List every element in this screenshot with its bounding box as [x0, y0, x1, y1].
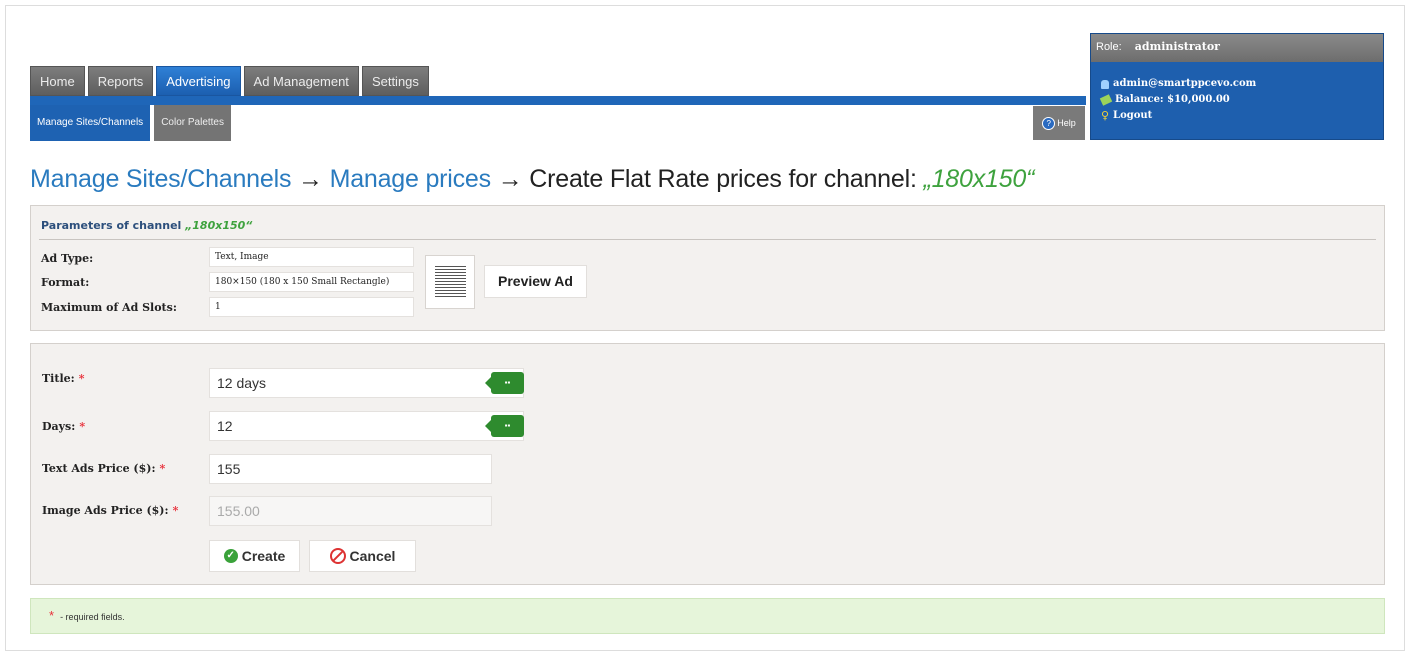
breadcrumb-current: Create Flat Rate prices for channel:	[529, 165, 917, 193]
ad-type-value: Text, Image	[209, 247, 414, 267]
create-button-label: Create	[241, 548, 286, 564]
title-label-text: Title:	[42, 372, 75, 385]
breadcrumb-arrow: →	[497, 165, 523, 193]
money-icon	[1099, 94, 1113, 106]
tab-settings[interactable]: Settings	[361, 66, 429, 96]
text-ads-price-input[interactable]: 155	[209, 454, 492, 484]
logout-row[interactable]: ♀ Logout	[1101, 108, 1383, 124]
days-input[interactable]: 12	[209, 411, 524, 441]
page-title: Manage Sites/Channels → Manage prices → …	[30, 165, 1034, 194]
sub-nav: Manage Sites/Channels Color Palettes	[30, 105, 235, 141]
ad-format-thumbnail	[425, 255, 475, 309]
text-ads-price-label: Text Ads Price ($): *	[42, 462, 165, 475]
tab-home[interactable]: Home	[30, 66, 85, 96]
required-mark: *	[172, 504, 179, 517]
divider	[39, 239, 1376, 240]
user-icon	[1101, 79, 1109, 89]
title-label: Title: *	[42, 372, 84, 385]
account-panel: Role: administrator admin@smartppcevo.co…	[1090, 33, 1384, 140]
text-ads-price-label-text: Text Ads Price ($):	[42, 462, 156, 475]
subtab-manage-sites-channels[interactable]: Manage Sites/Channels	[30, 105, 151, 141]
parameters-title-text: Parameters of channel	[41, 219, 182, 232]
required-note-text: - required fields.	[60, 612, 125, 622]
max-ad-slots-label: Maximum of Ad Slots:	[41, 301, 177, 314]
create-button[interactable]: ✓ Create	[209, 540, 300, 572]
account-balance-row: Balance: $10,000.00	[1099, 92, 1383, 108]
preview-ad-button[interactable]: Preview Ad	[484, 265, 587, 298]
char-counter-badge: ▪▪	[485, 372, 524, 394]
char-counter-badge: ▪▪	[485, 415, 524, 437]
max-ad-slots-value: 1	[209, 297, 414, 317]
price-form-panel: Title: * 12 days ▪▪ Days: * 12 ▪▪ Text Ads…	[30, 343, 1385, 585]
nav-bar-strip	[30, 96, 1086, 105]
breadcrumb-manage-prices[interactable]: Manage prices	[330, 165, 492, 193]
account-email[interactable]: admin@smartppcevo.com	[1113, 76, 1256, 92]
breadcrumb-arrow: →	[298, 165, 323, 193]
required-mark: *	[159, 462, 166, 475]
required-mark: *	[78, 372, 85, 385]
text-lines-icon	[435, 266, 466, 297]
cancel-button[interactable]: Cancel	[309, 540, 416, 572]
parameters-channel-name: „180x150“	[185, 219, 253, 232]
cancel-button-label: Cancel	[349, 548, 396, 564]
image-ads-price-label-text: Image Ads Price ($):	[42, 504, 169, 517]
image-ads-price-label: Image Ads Price ($): *	[42, 504, 178, 517]
help-button[interactable]: ? Help	[1033, 106, 1085, 140]
required-mark: *	[79, 420, 86, 433]
ad-type-label: Ad Type:	[41, 252, 94, 265]
channel-name: „180x150“	[923, 165, 1035, 193]
channel-parameters-panel: Parameters of channel „180x150“ Ad Type:…	[30, 205, 1385, 331]
required-mark: *	[49, 608, 55, 623]
logout-link[interactable]: Logout	[1113, 108, 1152, 124]
help-icon: ?	[1042, 116, 1056, 130]
role-value: administrator	[1134, 40, 1220, 53]
tab-ad-management[interactable]: Ad Management	[243, 66, 359, 96]
tab-advertising[interactable]: Advertising	[156, 66, 241, 96]
days-label-text: Days:	[42, 420, 76, 433]
image-ads-price-input: 155.00	[209, 496, 492, 526]
check-circle-icon: ✓	[223, 549, 238, 563]
format-label: Format:	[41, 276, 90, 289]
title-input[interactable]: 12 days	[209, 368, 524, 398]
cancel-circle-icon	[329, 548, 346, 564]
required-fields-note: * - required fields.	[30, 598, 1385, 634]
help-label: Help	[1057, 118, 1076, 128]
tab-reports[interactable]: Reports	[87, 66, 154, 96]
main-nav: Home Reports Advertising Ad Management S…	[30, 66, 432, 96]
account-email-row[interactable]: admin@smartppcevo.com	[1101, 76, 1383, 92]
account-balance: Balance: $10,000.00	[1115, 94, 1230, 105]
subtab-color-palettes[interactable]: Color Palettes	[154, 105, 231, 141]
role-label: Role:	[1096, 41, 1122, 53]
days-label: Days: *	[42, 420, 85, 433]
format-value: 180×150 (180 x 150 Small Rectangle)	[209, 272, 414, 292]
parameters-title: Parameters of channel „180x150“	[41, 219, 252, 232]
key-icon: ♀	[1101, 109, 1110, 122]
role-header: Role: administrator	[1091, 34, 1383, 62]
breadcrumb-manage-sites-channels[interactable]: Manage Sites/Channels	[30, 165, 291, 193]
